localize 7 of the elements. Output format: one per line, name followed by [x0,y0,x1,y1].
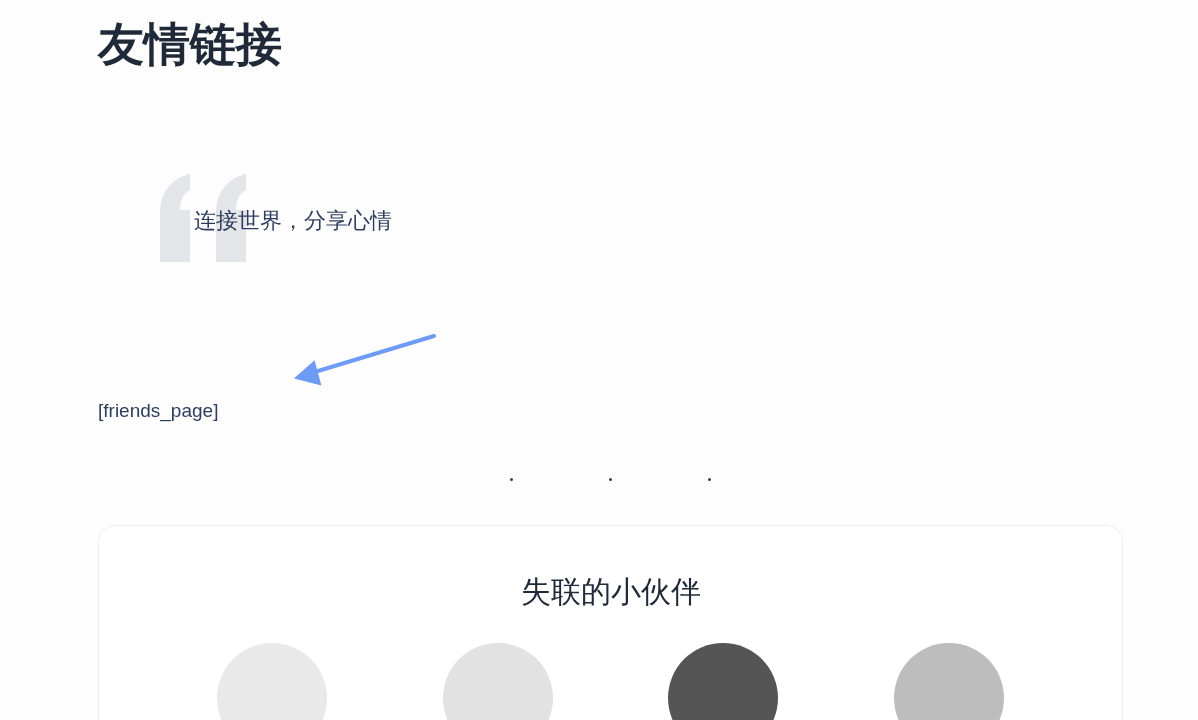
separator-dot [510,478,513,482]
shortcode-text: [friends_page] [98,400,219,423]
section-title: 失联的小伙伴 [520,573,701,612]
quote-text: 连接世界，分享心情 [194,207,392,236]
page-title: 友情链接 [98,16,282,73]
separator-dot [609,478,612,482]
separator-dot [708,478,711,482]
